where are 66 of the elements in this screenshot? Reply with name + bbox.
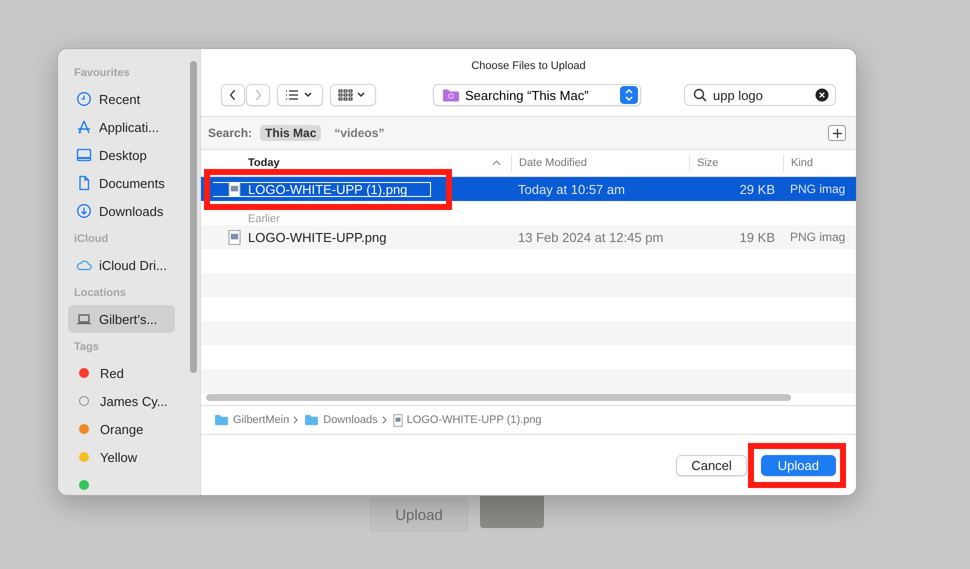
- stepper-icon: [620, 86, 638, 104]
- sidebar-item[interactable]: Gilbert’s...: [68, 305, 175, 333]
- file-name: LOGO-WHITE-UPP (1).png: [248, 182, 408, 196]
- chevron-right-icon: [254, 89, 262, 101]
- sidebar-heading: iCloud: [74, 233, 110, 247]
- desktop-icon: [76, 147, 92, 163]
- sidebar-item[interactable]: iCloud Dri...: [68, 251, 175, 279]
- download-icon: [76, 203, 92, 219]
- file-name: LOGO-WHITE-UPP.png: [248, 230, 386, 244]
- search-icon: [693, 88, 707, 102]
- dialog-title: Choose Files to Upload: [470, 60, 587, 74]
- search-scope-button[interactable]: This Mac: [260, 125, 322, 141]
- tag-item[interactable]: Orange: [68, 415, 175, 443]
- list-view-button[interactable]: [277, 84, 323, 106]
- app-store-icon: [76, 119, 92, 135]
- folder-icon: [442, 88, 460, 102]
- image-file-icon: [392, 414, 403, 426]
- sidebar-item[interactable]: Recent: [68, 85, 175, 113]
- sidebar-item[interactable]: Downloads: [68, 197, 175, 225]
- search-field[interactable]: upp logo: [684, 84, 836, 106]
- size-cell: 29 KB: [740, 182, 775, 196]
- sidebar-heading: Locations: [74, 287, 127, 301]
- back-button[interactable]: [221, 84, 245, 106]
- tag-item[interactable]: Red: [68, 359, 175, 387]
- folder-icon: [304, 414, 320, 426]
- search-input[interactable]: upp logo: [713, 88, 809, 102]
- chevron-icon: [382, 416, 387, 424]
- tag-item[interactable]: Yellow: [68, 443, 175, 471]
- image-file-icon: [228, 182, 241, 196]
- image-file-icon: [228, 230, 241, 244]
- clock-icon: [76, 91, 92, 107]
- tag-item[interactable]: James Cy...: [68, 387, 175, 415]
- column-header[interactable]: Kind: [791, 157, 814, 169]
- sort-icon: [492, 160, 501, 166]
- cancel-button[interactable]: Cancel: [676, 454, 747, 476]
- date-cell: Today at 10:57 am: [518, 182, 625, 196]
- sidebar-item[interactable]: Desktop: [68, 141, 175, 169]
- path-item[interactable]: LOGO-WHITE-UPP (1).png: [406, 414, 542, 426]
- location-popup[interactable]: Searching “This Mac”: [433, 84, 641, 106]
- sidebar-item[interactable]: Documents: [68, 169, 175, 197]
- column-header[interactable]: Date Modified: [519, 157, 587, 169]
- column-header[interactable]: Size: [697, 157, 718, 169]
- upload-button[interactable]: Upload: [760, 454, 836, 476]
- folder-icon: [214, 414, 229, 426]
- scrollbar[interactable]: [190, 61, 197, 373]
- scrollbar[interactable]: [206, 394, 791, 401]
- add-button[interactable]: [828, 125, 846, 141]
- sidebar-heading: Favourites: [74, 67, 131, 81]
- column-header[interactable]: Today: [248, 157, 280, 169]
- path-item[interactable]: Downloads: [323, 414, 378, 426]
- chevron-icon: [293, 416, 298, 424]
- sidebar-heading: Tags: [74, 341, 100, 355]
- group-label: Earlier: [248, 213, 280, 225]
- search-scope-label: Search:: [208, 126, 252, 140]
- file-row[interactable]: LOGO-WHITE-UPP.png 13 Feb 2024 at 12:45 pm 19 KB PNG imag: [201, 225, 856, 249]
- path-item[interactable]: GilbertMein: [233, 414, 290, 426]
- kind-cell: PNG imag: [790, 182, 846, 196]
- kind-cell: PNG imag: [790, 230, 846, 244]
- file-row[interactable]: LOGO-WHITE-UPP (1).png Today at 10:57 am 29 KB PNG imag: [201, 177, 856, 201]
- grid-view-button[interactable]: [330, 84, 376, 106]
- sidebar-item[interactable]: Applicati...: [68, 113, 175, 141]
- clear-icon[interactable]: [815, 88, 829, 102]
- chevron-left-icon: [229, 89, 237, 101]
- size-cell: 19 KB: [740, 230, 775, 244]
- date-cell: 13 Feb 2024 at 12:45 pm: [518, 230, 664, 244]
- search-scope-button[interactable]: “videos”: [329, 125, 390, 141]
